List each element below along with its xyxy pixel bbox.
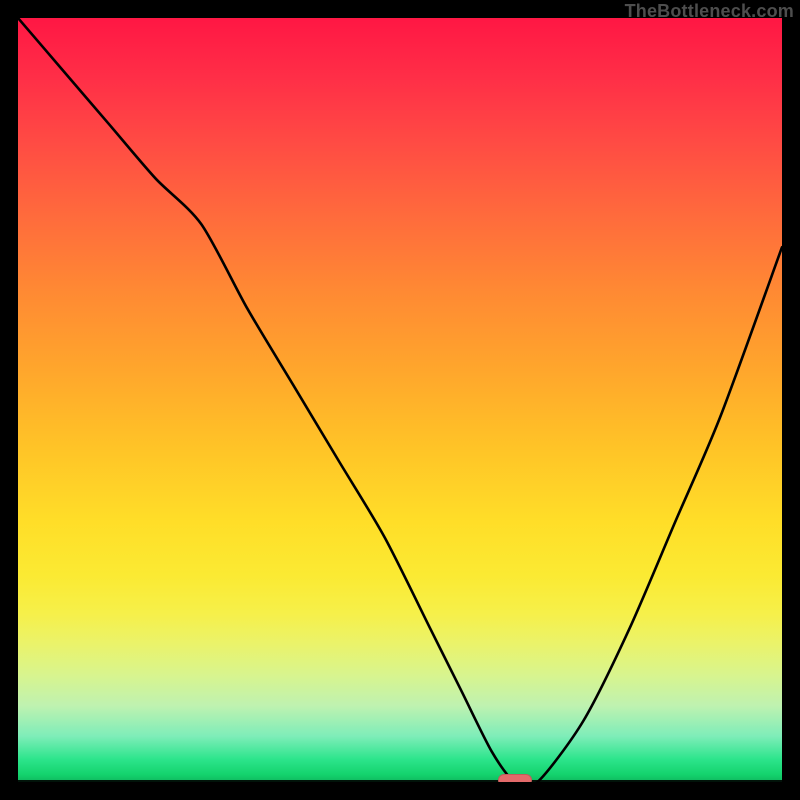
bottleneck-curve — [18, 18, 782, 782]
watermark-text: TheBottleneck.com — [625, 1, 794, 22]
x-axis-rule — [18, 780, 782, 782]
optimal-marker — [498, 774, 532, 782]
chart-frame: TheBottleneck.com — [0, 0, 800, 800]
plot-area — [18, 18, 782, 782]
